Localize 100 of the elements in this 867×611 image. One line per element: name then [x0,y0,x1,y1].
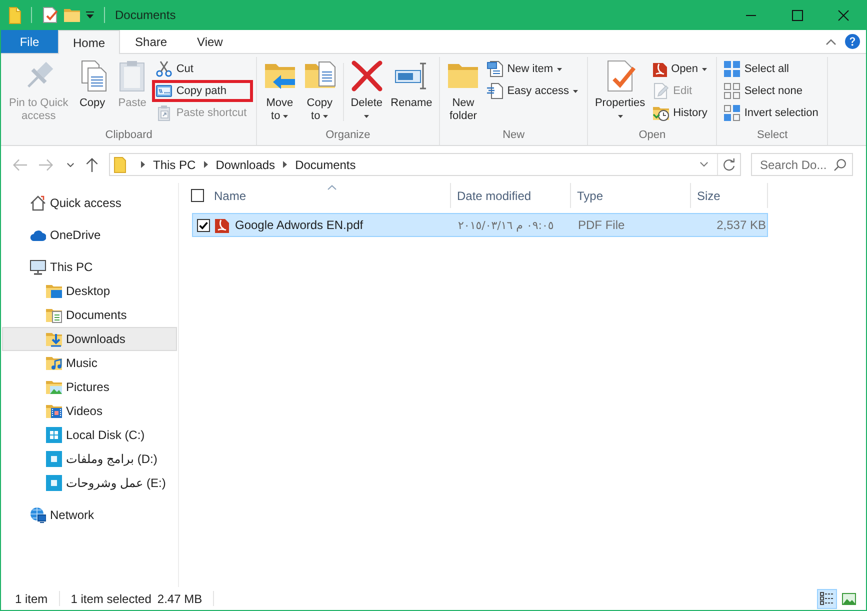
invert-selection-icon [724,105,740,121]
ribbon-button[interactable]: Rename [386,57,436,127]
refresh-icon [723,158,735,171]
easy-access-icon [487,83,504,99]
column-header[interactable]: Date modified [451,183,571,208]
nav-item[interactable]: Network [2,503,177,527]
address-bar[interactable]: This PC Downloads Documents [109,153,741,176]
nav-item[interactable]: Quick access [2,191,177,215]
file-name: Google Adwords EN.pdf [235,218,364,232]
picture-icon [842,592,856,604]
ribbon-button[interactable]: Copy path [152,80,253,102]
nav-item[interactable]: Documents [2,303,177,327]
group-label: New [502,128,526,143]
downloads-folder-icon [46,331,62,347]
forward-icon [39,158,53,170]
nav-item[interactable]: عمل وشروحات (E:) [2,471,177,495]
nav-item[interactable]: Music [2,351,177,375]
new-item-icon [487,61,504,77]
checkbox[interactable] [191,189,204,202]
checkbox[interactable] [197,218,210,232]
pdf-icon [215,217,229,233]
breadcrumb[interactable]: Downloads [212,154,278,175]
search-field[interactable]: Search Do... [751,153,853,176]
videos-folder-icon [46,403,62,419]
chevron-right-icon[interactable] [283,161,288,168]
maximize-icon [792,10,802,20]
edit-icon [653,83,670,99]
rename-icon [395,60,428,92]
ribbon-button[interactable]: Move to [260,57,300,127]
ribbon-button[interactable]: New folder [443,57,484,127]
chevron-right-icon[interactable] [141,161,145,168]
ribbon-button[interactable]: New item [483,58,584,80]
status-text: 2.47 MB [157,592,202,606]
group-label: Organize [324,128,372,143]
minimize-icon [746,14,756,16]
ribbon-button[interactable]: Copy to [300,57,340,127]
nav-item[interactable]: Downloads [2,327,177,351]
ribbon-button[interactable]: Easy access [483,80,584,102]
properties-icon[interactable] [42,7,58,23]
ribbon-tab[interactable]: Share [120,30,182,53]
ribbon-tab[interactable]: View [182,30,238,53]
nav-item[interactable]: Videos [2,399,177,423]
chevron-right-icon[interactable] [204,161,208,168]
nav-item[interactable]: Desktop [2,279,177,303]
drive-icon [46,475,62,491]
pictures-folder-icon [46,379,62,395]
ribbon-button[interactable]: History [649,102,714,124]
shortcut-icon [156,105,172,121]
details-view-button[interactable] [817,588,837,608]
chevron-up-icon[interactable] [826,38,836,44]
house-icon [30,195,46,211]
drive-icon [46,451,62,467]
group-label: Select [756,128,789,143]
breadcrumb[interactable]: This PC [150,154,199,175]
file-tab[interactable]: File [1,30,58,53]
music-folder-icon [46,355,62,371]
documents-folder-icon [46,307,62,323]
window-title: Documents [115,8,176,22]
computer-icon [30,259,46,275]
column-header[interactable]: Type [571,183,691,208]
nav-item[interactable]: Local Disk (C:) [2,423,177,447]
select-all-icon [724,61,740,77]
nav-item[interactable]: OneDrive [2,223,177,247]
ribbon-button[interactable]: Delete [346,57,387,127]
column-header[interactable]: Size [691,183,768,208]
size-cell: 2,537 KB [716,218,766,232]
history-icon [653,105,670,121]
up-icon [86,158,98,172]
details-view-icon [820,592,834,605]
network-icon [30,507,46,523]
ribbon-button[interactable]: Open [649,58,714,80]
date-cell: ٢٠١٥/٠٣/١٦ م ٠٩:٠٥ [458,218,554,232]
caret-icon[interactable] [86,11,94,19]
ribbon-button[interactable]: Cut [152,58,253,80]
ribbon-button[interactable]: Select none [720,80,824,102]
drive-icon [46,427,62,443]
scissors-icon [156,61,172,77]
document-icon [9,6,21,24]
ribbon-button[interactable]: Copy [72,57,112,127]
column-header[interactable]: Name [214,183,451,208]
group-label: Clipboard [104,128,154,143]
nav-item[interactable]: برامج وملفات (D:) [2,447,177,471]
desktop-folder-icon [46,283,62,299]
search-icon [834,159,846,171]
path-icon [156,83,172,99]
ribbon-tab[interactable]: Home [58,30,120,54]
pdf-icon [653,61,668,77]
breadcrumb[interactable]: Documents [292,154,359,175]
close-icon [838,10,848,20]
ribbon-button[interactable]: Select all [720,58,824,80]
select-none-icon [724,83,740,99]
status-text: 1 item [15,592,48,606]
nav-item[interactable]: This PC [2,255,177,279]
back-icon [13,158,27,170]
document-icon [114,156,126,172]
chevron-down-icon [700,162,708,167]
ribbon-button[interactable]: Invert selection [720,102,824,124]
nav-item[interactable]: Pictures [2,375,177,399]
help-icon[interactable] [845,34,860,49]
ribbon-button[interactable]: Properties [590,57,650,127]
